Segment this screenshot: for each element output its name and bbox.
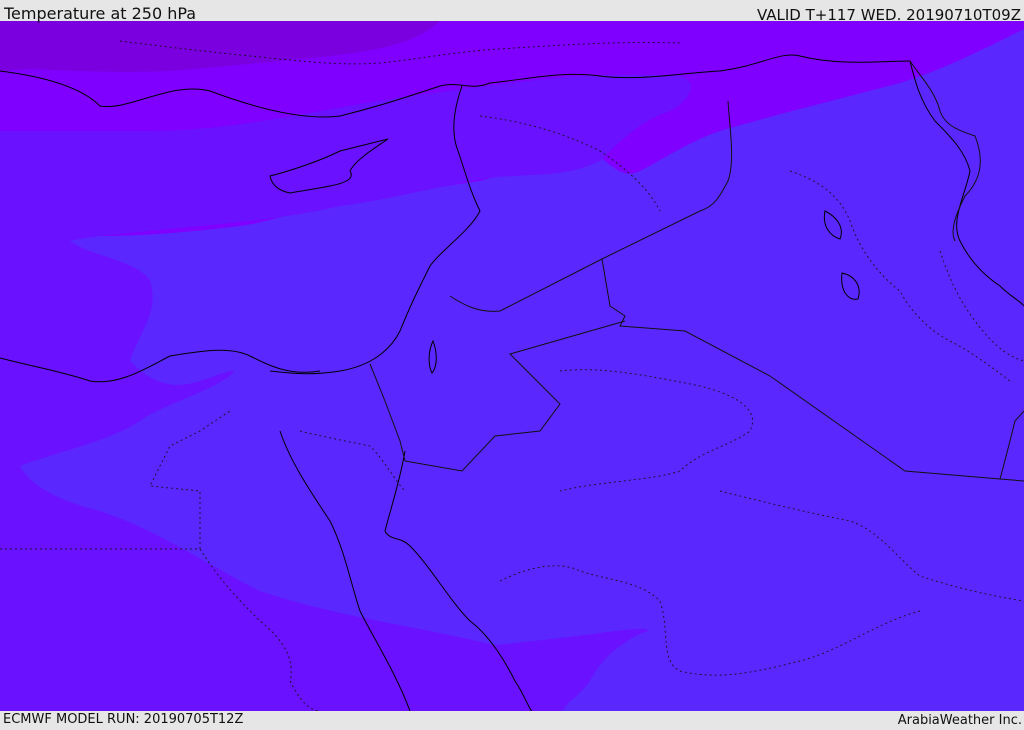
valid-time: VALID T+117 WED. 20190710T09Z (756, 6, 1021, 24)
chart-title: Temperature at 250 hPa (4, 4, 197, 23)
footer-bar: ECMWF MODEL RUN: 20190705T12Z ArabiaWeat… (0, 711, 1024, 729)
model-run-label: ECMWF MODEL RUN: 20190705T12Z (3, 712, 244, 727)
map-frame: Temperature at 250 hPa VALID T+117 WED. … (0, 0, 1024, 729)
temperature-fill-layer (0, 21, 1024, 711)
credit-label: ArabiaWeather Inc. (897, 713, 1022, 728)
header-bar: Temperature at 250 hPa VALID T+117 WED. … (0, 0, 1024, 24)
map-panel (0, 21, 1024, 711)
temperature-map (0, 21, 1024, 711)
